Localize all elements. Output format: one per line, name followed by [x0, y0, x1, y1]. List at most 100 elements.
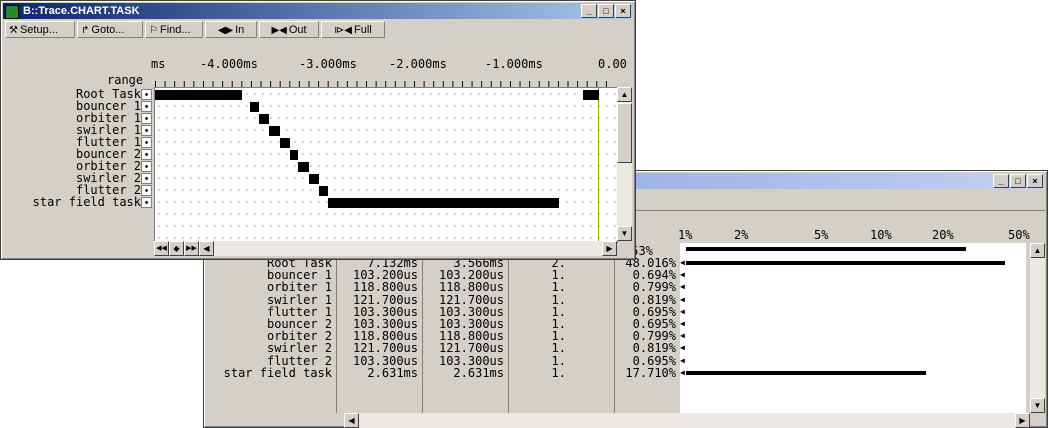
goto-button[interactable]: ↱ Goto...: [77, 21, 143, 38]
stats-cell-total: 2.631ms: [367, 365, 418, 380]
stats-cell-avg: 103.300us: [438, 353, 504, 368]
goto-icon: ↱: [81, 25, 90, 36]
expand-arrow-icon[interactable]: ◆: [141, 185, 152, 196]
scroll-down-arrow[interactable]: ▼: [617, 226, 632, 241]
stats-cell-ratio: 0.695%: [632, 304, 676, 319]
close-button[interactable]: ×: [1027, 174, 1043, 188]
stats-cell-name: swirler 2: [266, 341, 332, 356]
scroll-up-arrow[interactable]: ▲: [1030, 243, 1045, 258]
task-chart-area[interactable]: [154, 87, 618, 243]
stats-cell-avg: 121.700us: [438, 341, 504, 356]
stats-cell-total: 103.300us: [352, 317, 418, 331]
stats-table: ◀ ◀ ◀ ◀ ◀ ◀ ◀ ◀ ◀ ◀ 253% Root Task 7.132ms 3.566ms 2…: [206, 243, 1028, 413]
zoom-full-button[interactable]: ⧐◀ Full: [321, 21, 385, 38]
ruler-tick-label: -3.000ms: [299, 57, 357, 71]
zoom-out-button[interactable]: ▶◀ Out: [259, 21, 319, 38]
scroll-down-arrow[interactable]: ▼: [1030, 398, 1045, 413]
stats-scale-20pct: 20%: [932, 228, 954, 242]
maximize-button[interactable]: □: [1010, 174, 1026, 188]
stats-cell-total: 103.300us: [352, 353, 418, 368]
app-icon: [5, 5, 19, 19]
task-bar: [298, 162, 309, 172]
stats-cell-name: star field task: [223, 365, 332, 380]
stats-cell-avg: 121.700us: [438, 292, 504, 307]
scroll-center-icon[interactable]: ◆: [169, 241, 184, 256]
expand-arrow-icon[interactable]: ◆: [141, 137, 152, 148]
maximize-button[interactable]: □: [598, 4, 614, 18]
statistics-window-buttons: _ □ ×: [992, 174, 1043, 190]
task-bar: [269, 126, 280, 136]
stats-percent-bar: [686, 370, 927, 375]
task-bar: [289, 150, 299, 160]
range-label: range: [107, 73, 144, 87]
task-label: star field task: [32, 195, 141, 209]
stats-cell-name: flutter 2: [266, 353, 332, 368]
stats-cell-name: swirler 1: [266, 292, 332, 307]
setup-button[interactable]: ⚒ Setup...: [5, 21, 75, 38]
wrench-icon: ⚒: [9, 25, 18, 36]
bar-start-arrow-icon: ◀: [680, 367, 685, 377]
ruler-tick-label: -2.000ms: [389, 57, 447, 71]
stats-cell-count: 1.: [551, 341, 566, 356]
zoom-out-icon: ▶◀: [271, 25, 287, 36]
stats-horizontal-scrollbar[interactable]: ◀ ▶: [344, 413, 1030, 428]
trace-chart-window[interactable]: B::Trace.CHART.TASK _ □ × ⚒ Setup... ↱ Goto.…: [0, 0, 636, 260]
chart-horizontal-scrollbar[interactable]: ◀◀ ◆ ▶▶ ◀ ▶: [154, 241, 617, 256]
find-button[interactable]: ⚐ Find...: [145, 21, 203, 38]
expand-arrow-icon[interactable]: ◆: [141, 173, 152, 184]
chart-titlebar[interactable]: B::Trace.CHART.TASK _ □ ×: [3, 3, 633, 19]
scroll-right-arrow[interactable]: ▶: [602, 241, 617, 256]
stats-cell-total: 121.700us: [352, 341, 418, 356]
expand-arrow-icon[interactable]: ◆: [141, 113, 152, 124]
bar-start-arrow-icon: ◀: [680, 270, 685, 280]
bar-start-arrow-icon: ◀: [680, 355, 685, 365]
stats-vertical-scrollbar[interactable]: ▲ ▼: [1030, 243, 1045, 413]
stats-cell-ratio: 0.819%: [632, 341, 676, 356]
stats-scale-10pct: 10%: [870, 228, 892, 242]
bar-start-arrow-icon: ◀: [680, 294, 685, 304]
bar-start-arrow-icon: ◀: [680, 306, 685, 316]
expand-arrow-icon[interactable]: ◆: [141, 161, 152, 172]
chart-vertical-scrollbar[interactable]: ▲ ▼: [617, 87, 632, 241]
zoom-full-icon: ⧐◀: [334, 25, 352, 36]
expand-arrow-icon[interactable]: ◆: [141, 149, 152, 160]
scroll-left-arrow[interactable]: ◀: [344, 413, 359, 428]
window-title: B::Trace.CHART.TASK: [23, 5, 140, 17]
task-label-column: Root Task ◆ bouncer 1 ◆ orbiter 1 ◆ swirler 1 ◆…: [3, 87, 153, 241]
stats-cell-avg: 118.800us: [438, 329, 504, 344]
stats-cell-total: 118.800us: [352, 280, 418, 295]
scroll-up-arrow[interactable]: ▲: [617, 87, 632, 102]
minimize-button[interactable]: _: [581, 4, 597, 18]
cursor-line: [598, 88, 599, 242]
stats-cell-count: 1.: [551, 280, 566, 295]
chart-toolbar: ⚒ Setup... ↱ Goto... ⚐ Find... ◀▶ In ▶◀ Out ⧐…: [3, 20, 633, 40]
scroll-right-arrow[interactable]: ▶: [1015, 413, 1030, 428]
scroll-first-icon[interactable]: ◀◀: [154, 241, 169, 256]
minimize-button[interactable]: _: [993, 174, 1009, 188]
scroll-left-arrow[interactable]: ◀: [199, 241, 214, 256]
stats-cell-avg: 103.300us: [438, 304, 504, 319]
stats-cell-avg: 2.631ms: [453, 365, 504, 380]
bar-start-arrow-icon: ◀: [680, 331, 685, 341]
stats-cell-count: 1.: [551, 353, 566, 368]
ruler-unit: ms: [151, 57, 166, 71]
scroll-thumb[interactable]: [617, 103, 632, 163]
scroll-last-icon[interactable]: ▶▶: [184, 241, 199, 256]
bar-start-arrow-icon: ◀: [680, 343, 685, 353]
stats-cell-count: 1.: [551, 268, 566, 283]
time-ruler: ms -4.000ms -3.000ms -2.000ms -1.000ms 0…: [3, 41, 631, 87]
expand-arrow-icon[interactable]: ◆: [141, 125, 152, 136]
stats-cell-name: flutter 1: [266, 304, 332, 319]
task-bar: [583, 90, 599, 100]
expand-arrow-icon[interactable]: ◆: [141, 89, 152, 100]
expand-arrow-icon[interactable]: ◆: [141, 197, 152, 208]
expand-arrow-icon[interactable]: ◆: [141, 101, 152, 112]
stats-cell-ratio: 0.695%: [632, 317, 676, 331]
stats-cell-name: bouncer 2: [266, 317, 332, 331]
close-button[interactable]: ×: [615, 4, 631, 18]
stats-scale-50pct: 50%: [1008, 228, 1030, 242]
ruler-tick-label: 0.00: [598, 57, 627, 71]
stats-cell-count: 1.: [551, 317, 566, 331]
task-bar: [279, 138, 290, 148]
zoom-in-button[interactable]: ◀▶ In: [205, 21, 257, 38]
